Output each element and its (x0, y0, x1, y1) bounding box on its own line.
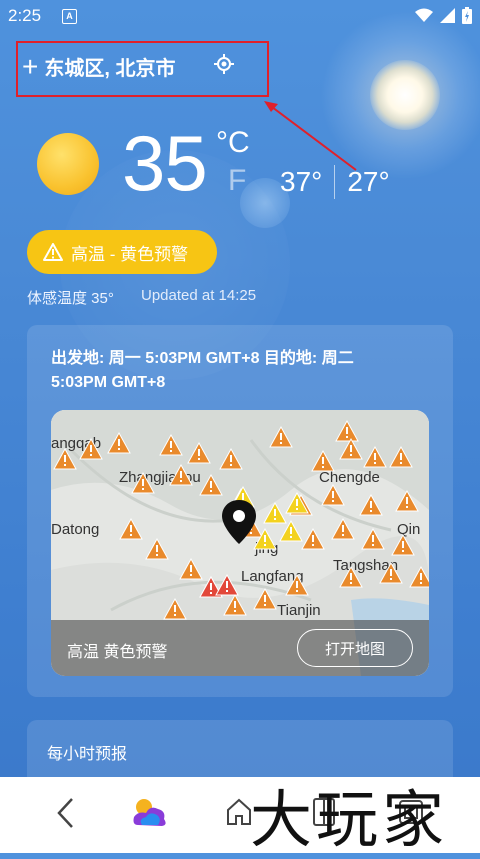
map-label: Qin (397, 521, 420, 538)
wifi-icon (415, 8, 433, 22)
status-time: 2:25 (8, 6, 42, 25)
map-label: Tianjin (277, 602, 321, 619)
home-icon[interactable] (225, 797, 253, 827)
sun-icon (37, 133, 99, 195)
system-nav-bar: 大玩家 (0, 777, 480, 856)
updated-time: Updated at 14:25 (141, 287, 257, 304)
location-header[interactable]: + 东城区, 北京市 (22, 52, 234, 81)
high-low-divider (334, 165, 336, 199)
signal-icon (440, 8, 455, 23)
map-label: Datong (51, 521, 99, 538)
hourly-title: 每小时预报 (47, 746, 128, 763)
weather-app-icon[interactable] (130, 795, 170, 831)
map-footer: 高温 黄色预警 打开地图 (51, 620, 429, 676)
watermark: 大玩家 (250, 783, 449, 856)
map-alert-label: 高温 黄色预警 (67, 644, 168, 661)
alert-map[interactable]: angqab Zhangjiakou Chengde Datong jing L… (51, 410, 429, 676)
high-temp: 37° (280, 166, 323, 197)
high-low: 37° 27° (280, 165, 390, 199)
location-name[interactable]: 东城区, 北京市 (44, 52, 175, 81)
unit-celsius[interactable]: °C (216, 126, 250, 160)
unit-fahrenheit[interactable]: F (228, 164, 246, 198)
notification-icon: A (62, 9, 77, 24)
alert-badge[interactable]: 高温 - 黄色预警 (27, 230, 217, 274)
battery-icon (462, 7, 472, 24)
location-target-icon[interactable] (214, 54, 234, 74)
back-icon[interactable] (56, 797, 76, 829)
status-bar: 2:25 A (0, 0, 480, 32)
current-temperature: 35 (122, 119, 208, 207)
feels-like: 体感温度 35° (27, 290, 114, 307)
system-icons (415, 7, 472, 24)
open-map-button[interactable]: 打开地图 (297, 629, 413, 667)
low-temp: 27° (347, 166, 390, 197)
add-location-icon[interactable]: + (22, 52, 38, 80)
map-label: Chengde (319, 469, 380, 486)
alert-label: 高温 - 黄色预警 (71, 244, 189, 264)
warning-triangle-icon (43, 243, 63, 261)
route-text: 出发地: 周一 5:03PM GMT+8 目的地: 周二 5:03PM GMT+… (51, 350, 354, 391)
alert-map-card: 出发地: 周一 5:03PM GMT+8 目的地: 周二 5:03PM GMT+… (27, 325, 453, 697)
